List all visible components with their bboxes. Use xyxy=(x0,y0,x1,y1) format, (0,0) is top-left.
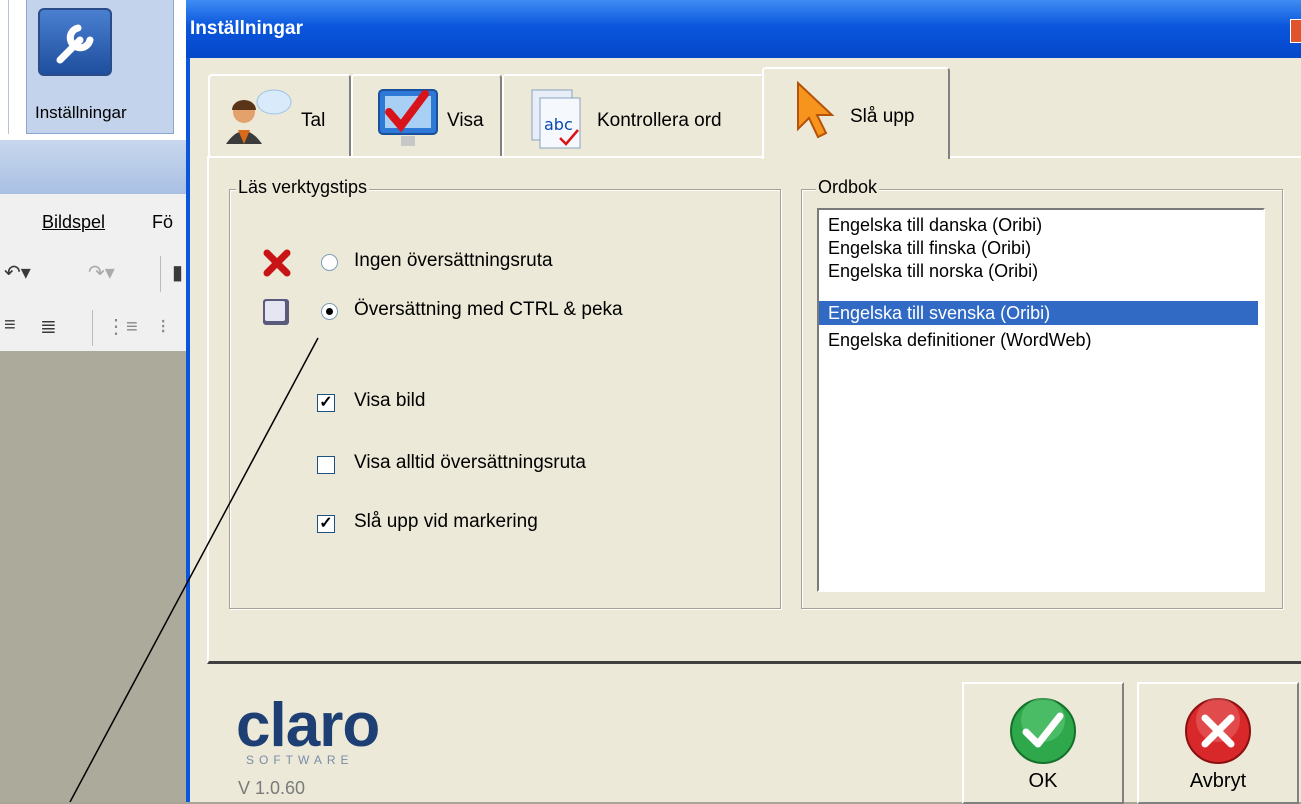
title-band xyxy=(0,140,186,194)
dictionary-title: Ordbok xyxy=(816,177,880,198)
monitor-checkmark-icon xyxy=(375,86,441,159)
list-item[interactable]: Engelska till finska (Oribi) xyxy=(828,236,1031,260)
ribbon-separator xyxy=(8,0,9,134)
dialog-titlebar[interactable] xyxy=(186,0,1301,58)
redo-icon[interactable]: ↷▾ xyxy=(88,260,115,285)
list-item[interactable]: Engelska till danska (Oribi) xyxy=(828,213,1042,237)
tab-kontrollera-ord[interactable]: abc Kontrollera ord xyxy=(502,74,764,158)
green-check-icon xyxy=(1008,696,1078,771)
wrench-icon xyxy=(38,8,112,76)
cursor-arrow-icon xyxy=(794,80,838,144)
menu-truncated[interactable]: Fö xyxy=(152,212,173,233)
tab-tal-label: Tal xyxy=(301,110,326,131)
claro-logo: claro xyxy=(236,691,380,760)
tab-tal[interactable]: Tal xyxy=(208,74,351,158)
dialog-title: Inställningar xyxy=(190,18,303,39)
tab-sla-upp[interactable]: Slå upp xyxy=(762,67,950,159)
svg-text:abc: abc xyxy=(544,115,573,134)
checkbox-lookup-on-select[interactable]: ✓ xyxy=(317,515,335,533)
tab-visa[interactable]: Visa xyxy=(351,74,502,158)
toolbar-separator xyxy=(160,256,161,292)
ribbon-settings-label: Inställningar xyxy=(35,103,127,122)
dictionary-list[interactable]: Engelska till danska (Oribi) Engelska ti… xyxy=(817,208,1265,592)
red-x-circle-icon xyxy=(1183,696,1253,771)
version-label: V 1.0.60 xyxy=(238,778,306,798)
radio-ctrl-point[interactable] xyxy=(321,303,338,320)
dialog-border xyxy=(186,58,190,802)
ok-button[interactable]: OK xyxy=(962,682,1124,804)
radio-no-translation-label[interactable]: Ingen översättningsruta xyxy=(354,250,553,272)
tab-visa-label: Visa xyxy=(447,110,484,131)
radio-ctrl-point-label[interactable]: Översättning med CTRL & peka xyxy=(354,299,623,321)
checkbox-lookup-on-select-label[interactable]: Slå upp vid markering xyxy=(354,511,538,533)
checkbox-always-show-label[interactable]: Visa alltid översättningsruta xyxy=(354,452,586,474)
document-area xyxy=(0,351,186,802)
numbered-list-icon[interactable]: ⋮≡ xyxy=(106,314,138,339)
undo-icon[interactable]: ↶▾ xyxy=(4,260,31,285)
checkbox-always-show[interactable] xyxy=(317,456,335,474)
radio-no-translation[interactable] xyxy=(321,254,338,271)
checkbox-show-image[interactable]: ✓ xyxy=(317,394,335,412)
ok-button-label: OK xyxy=(1028,770,1058,792)
cancel-button[interactable]: Avbryt xyxy=(1137,682,1299,804)
toolbar-separator xyxy=(92,310,93,346)
close-icon[interactable] xyxy=(1290,19,1301,43)
red-x-icon xyxy=(262,248,292,283)
list-item[interactable]: Engelska till norska (Oribi) xyxy=(828,259,1038,283)
list-item-selected[interactable]: Engelska till svenska (Oribi) xyxy=(819,301,1258,325)
justify-icon[interactable]: ≣ xyxy=(40,314,57,339)
key-icon xyxy=(261,297,291,332)
spellcheck-abc-icon: abc xyxy=(530,88,596,161)
tab-sla-upp-label: Slå upp xyxy=(850,106,915,127)
checkbox-show-image-label[interactable]: Visa bild xyxy=(354,390,425,412)
read-tooltips-title: Läs verktygstips xyxy=(236,177,370,198)
list-item[interactable]: Engelska definitioner (WordWeb) xyxy=(828,328,1091,352)
speaker-person-icon xyxy=(222,86,292,153)
tab-kontrollera-ord-label: Kontrollera ord xyxy=(597,110,722,131)
align-right-icon[interactable]: ≡ xyxy=(4,314,16,337)
cancel-button-label: Avbryt xyxy=(1189,770,1247,792)
paste-icon[interactable]: ▮ xyxy=(172,260,183,285)
bullet-list-icon[interactable]: ⁝ xyxy=(160,314,166,339)
claro-logo-subtext: SOFTWARE xyxy=(246,753,354,767)
menu-bildspel[interactable]: Bildspel xyxy=(42,212,105,233)
